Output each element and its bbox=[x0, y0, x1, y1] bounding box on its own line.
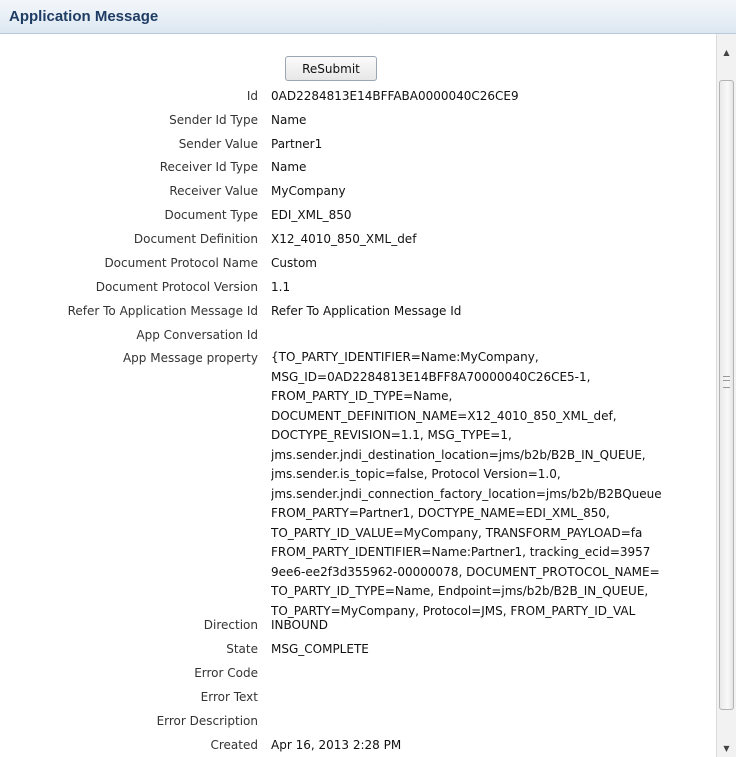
field-document-definition: Document Definition X12_4010_850_XML_def bbox=[0, 229, 716, 249]
field-id: Id 0AD2284813E14BFFABA0000040C26CE9 bbox=[0, 86, 716, 106]
property-line: 9ee6-ee2f3d355962-00000078, DOCUMENT_PRO… bbox=[271, 564, 660, 579]
field-app-message-property: App Message property {TO_PARTY_IDENTIFIE… bbox=[0, 348, 716, 623]
field-state: State MSG_COMPLETE bbox=[0, 639, 716, 659]
field-value: Name bbox=[271, 160, 307, 174]
field-refer-to-app-msg-id: Refer To Application Message Id Refer To… bbox=[0, 301, 716, 321]
property-line: FROM_PARTY_ID_TYPE=Name, bbox=[271, 389, 453, 403]
message-details: ReSubmit Id 0AD2284813E14BFFABA0000040C2… bbox=[0, 34, 716, 757]
app-message-property-value: {TO_PARTY_IDENTIFIER=Name:MyCompany, MSG… bbox=[271, 348, 711, 621]
vertical-scrollbar[interactable]: ▲ ▼ bbox=[716, 34, 736, 757]
field-label: Sender Id Type bbox=[169, 113, 258, 127]
field-created: Created Apr 16, 2013 2:28 PM bbox=[0, 735, 716, 755]
property-line: DOCTYPE_REVISION=1.1, MSG_TYPE=1, bbox=[271, 428, 512, 442]
field-label: Refer To Application Message Id bbox=[67, 304, 258, 318]
field-sender-id-type: Sender Id Type Name bbox=[0, 110, 716, 130]
property-line: TO_PARTY_ID_VALUE=MyCompany, TRANSFORM_P… bbox=[271, 525, 643, 540]
property-line: DOCUMENT_DEFINITION_NAME=X12_4010_850_XM… bbox=[271, 408, 617, 423]
field-sender-value: Sender Value Partner1 bbox=[0, 134, 716, 154]
property-line: jms.sender.jndi_destination_location=jms… bbox=[271, 447, 646, 462]
field-label: State bbox=[226, 642, 258, 656]
field-label: App Message property bbox=[122, 351, 258, 365]
resubmit-button[interactable]: ReSubmit bbox=[285, 56, 377, 81]
property-line: jms.sender.jndi_connection_factory_locat… bbox=[271, 486, 662, 501]
field-value: INBOUND bbox=[271, 618, 328, 632]
field-label: Created bbox=[210, 738, 259, 752]
field-label: Document Type bbox=[164, 208, 258, 222]
field-label: Error Text bbox=[200, 690, 258, 704]
field-label: Receiver Value bbox=[169, 184, 258, 198]
panel-title: Application Message bbox=[9, 8, 159, 25]
field-value: MyCompany bbox=[271, 184, 346, 198]
field-value: Custom bbox=[271, 256, 317, 270]
field-label: Id bbox=[246, 89, 258, 103]
field-app-conversation-id: App Conversation Id bbox=[0, 325, 716, 345]
field-label: Error Description bbox=[156, 714, 258, 728]
field-value: Refer To Application Message Id bbox=[271, 304, 462, 318]
grip-icon bbox=[723, 376, 730, 388]
field-value: 1.1 bbox=[271, 280, 291, 294]
property-line: jms.sender.is_topic=false, Protocol Vers… bbox=[271, 467, 561, 481]
field-document-type: Document Type EDI_XML_850 bbox=[0, 205, 716, 225]
property-line: FROM_PARTY=Partner1, DOCTYPE_NAME=EDI_XM… bbox=[271, 506, 610, 520]
property-line: FROM_PARTY_IDENTIFIER=Name:Partner1, tra… bbox=[271, 545, 651, 559]
field-value: EDI_XML_850 bbox=[271, 208, 352, 222]
field-receiver-value: Receiver Value MyCompany bbox=[0, 181, 716, 201]
field-label: Error Code bbox=[194, 666, 258, 680]
field-error-code: Error Code bbox=[0, 663, 716, 683]
field-value: X12_4010_850_XML_def bbox=[271, 232, 417, 246]
panel-header: Application Message bbox=[0, 0, 736, 34]
scroll-down-arrow-icon[interactable]: ▼ bbox=[717, 740, 736, 757]
application-message-panel: Application Message ReSubmit Id 0AD22848… bbox=[0, 0, 736, 757]
field-value: Partner1 bbox=[271, 137, 323, 151]
field-value: MSG_COMPLETE bbox=[271, 642, 369, 656]
field-label: Document Protocol Version bbox=[95, 280, 258, 294]
field-value: 0AD2284813E14BFFABA0000040C26CE9 bbox=[271, 89, 519, 103]
property-line: TO_PARTY_ID_TYPE=Name, Endpoint=jms/b2b/… bbox=[271, 584, 649, 598]
field-label: Document Protocol Name bbox=[104, 256, 258, 270]
scroll-up-arrow-icon[interactable]: ▲ bbox=[717, 44, 736, 61]
property-line: {TO_PARTY_IDENTIFIER=Name:MyCompany, bbox=[271, 350, 539, 364]
field-receiver-id-type: Receiver Id Type Name bbox=[0, 157, 716, 177]
field-document-protocol-version: Document Protocol Version 1.1 bbox=[0, 277, 716, 297]
field-label: Direction bbox=[203, 618, 258, 632]
field-direction: Direction INBOUND bbox=[0, 615, 716, 635]
scrollbar-thumb[interactable] bbox=[719, 80, 734, 710]
field-label: Sender Value bbox=[178, 137, 258, 151]
field-value: Apr 16, 2013 2:28 PM bbox=[271, 738, 402, 752]
field-document-protocol-name: Document Protocol Name Custom bbox=[0, 253, 716, 273]
property-line: MSG_ID=0AD2284813E14BFF8A70000040C26CE5-… bbox=[271, 369, 591, 384]
field-label: Receiver Id Type bbox=[159, 160, 258, 174]
field-value: Name bbox=[271, 113, 307, 127]
field-error-text: Error Text bbox=[0, 687, 716, 707]
field-label: Document Definition bbox=[133, 232, 258, 246]
field-label: App Conversation Id bbox=[136, 328, 258, 342]
field-error-description: Error Description bbox=[0, 711, 716, 731]
